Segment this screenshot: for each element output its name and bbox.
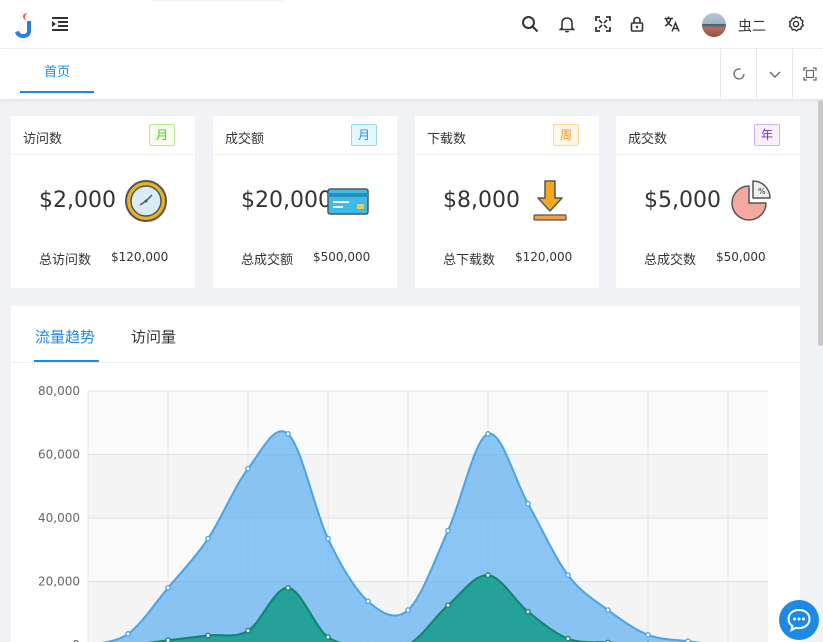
series-2-point — [205, 632, 211, 639]
pie-chart-icon: % — [731, 180, 771, 221]
card-header: 下载数 周 — [415, 116, 599, 155]
card-value: $8,000 — [443, 188, 520, 213]
card-header: 访问数 月 — [11, 116, 195, 155]
y-tick-label: 40,000 — [38, 511, 80, 525]
series-1-point — [245, 465, 251, 472]
series-1-point — [325, 535, 331, 542]
series-2-point — [445, 602, 451, 609]
series-1-point — [125, 631, 131, 637]
series-1-point — [565, 572, 571, 578]
y-tick-label: 80,000 — [38, 384, 80, 398]
y-tick-label: 60,000 — [38, 448, 80, 462]
translate-icon[interactable] — [663, 15, 681, 33]
stat-card-visits: 访问数 月 $2,000 总访问数 $120,000 — [11, 116, 195, 288]
search-icon[interactable] — [521, 15, 539, 33]
grid-band — [88, 391, 768, 455]
card-total-value: $120,000 — [111, 250, 169, 264]
series-1-point — [365, 598, 371, 605]
chart-panel: 流量趋势 访问量 0 20,000 40,000 60,000 80,000 — [11, 306, 800, 642]
svg-text:%: % — [758, 187, 766, 196]
series-2-point — [525, 608, 531, 615]
card-header: 成交额 月 — [213, 116, 397, 155]
period-badge: 年 — [753, 124, 780, 146]
card-value: $2,000 — [39, 188, 116, 213]
period-badge: 月 — [148, 124, 175, 146]
top-header: 虫二 — [0, 0, 823, 49]
tab-home[interactable]: 首页 — [20, 49, 94, 93]
chat-bubble-icon — [787, 608, 811, 632]
header-top-accent — [152, 0, 284, 2]
lock-icon[interactable] — [628, 15, 646, 33]
card-total-label: 总下载数 — [443, 253, 496, 268]
tab-visits[interactable]: 访问量 — [131, 326, 176, 347]
card-total-value: $500,000 — [313, 250, 371, 264]
series-2-point — [485, 572, 491, 578]
page-scrollbar[interactable] — [818, 100, 823, 346]
series-1-point — [165, 585, 171, 591]
maximize-button[interactable] — [792, 49, 823, 99]
series-2-point — [165, 637, 171, 642]
chat-button[interactable] — [779, 600, 819, 640]
series-1-point — [205, 535, 211, 542]
stat-card-deals: 成交数 年 $5,000 % 总成交数 $50,000 — [616, 116, 800, 288]
credit-card-icon — [327, 188, 369, 215]
series-1-point — [525, 500, 531, 507]
user-avatar[interactable] — [702, 13, 726, 37]
refresh-icon — [733, 68, 745, 80]
logo-icon[interactable] — [14, 12, 36, 38]
card-total-value: $120,000 — [515, 250, 573, 264]
card-total-label: 总成交额 — [241, 253, 294, 268]
refresh-button[interactable] — [720, 49, 756, 99]
stat-card-revenue: 成交额 月 $20,000 总成交额 $500,000 — [213, 116, 397, 288]
tabs-bar: 首页 — [0, 49, 823, 99]
card-value: $20,000 — [241, 188, 332, 213]
card-header: 成交数 年 — [616, 116, 800, 155]
card-title: 访问数 — [23, 132, 63, 147]
period-badge: 月 — [350, 124, 377, 146]
grid-band — [88, 454, 768, 518]
period-badge: 周 — [552, 124, 579, 146]
settings-gear-icon[interactable] — [787, 15, 805, 33]
card-total-value: $50,000 — [716, 250, 766, 264]
maximize-icon — [803, 67, 817, 81]
series-2-point — [565, 635, 571, 642]
tabs-dropdown-button[interactable] — [756, 49, 792, 99]
card-title: 成交额 — [225, 132, 265, 147]
series-2-point — [285, 585, 291, 591]
card-total-label: 总访问数 — [39, 253, 92, 268]
y-tick-label: 20,000 — [38, 575, 80, 589]
card-title: 成交数 — [628, 132, 668, 147]
series-2-point — [325, 634, 331, 640]
stat-card-downloads: 下载数 周 $8,000 总下载数 $120,000 — [415, 116, 599, 288]
series-1-point — [645, 631, 651, 638]
series-1-point — [605, 607, 611, 613]
chevron-down-icon — [769, 71, 781, 78]
card-value: $5,000 — [644, 188, 721, 213]
series-1-point — [405, 607, 411, 613]
traffic-area-chart: 0 20,000 40,000 60,000 80,000 — [38, 384, 768, 642]
series-1-point — [445, 527, 451, 534]
series-2-point — [245, 627, 251, 634]
fullscreen-icon[interactable] — [594, 15, 612, 33]
download-icon — [533, 180, 567, 221]
tab-traffic-trend[interactable]: 流量趋势 — [35, 326, 95, 347]
username[interactable]: 虫二 — [738, 16, 766, 36]
bell-icon[interactable] — [558, 15, 576, 33]
y-tick-label: 0 — [72, 638, 80, 642]
series-1-point — [485, 431, 491, 437]
sidebar-toggle-icon[interactable] — [52, 17, 68, 31]
clock-icon — [125, 180, 167, 222]
series-1-point — [285, 431, 291, 437]
card-total-label: 总成交数 — [644, 253, 697, 268]
card-title: 下载数 — [427, 132, 467, 147]
